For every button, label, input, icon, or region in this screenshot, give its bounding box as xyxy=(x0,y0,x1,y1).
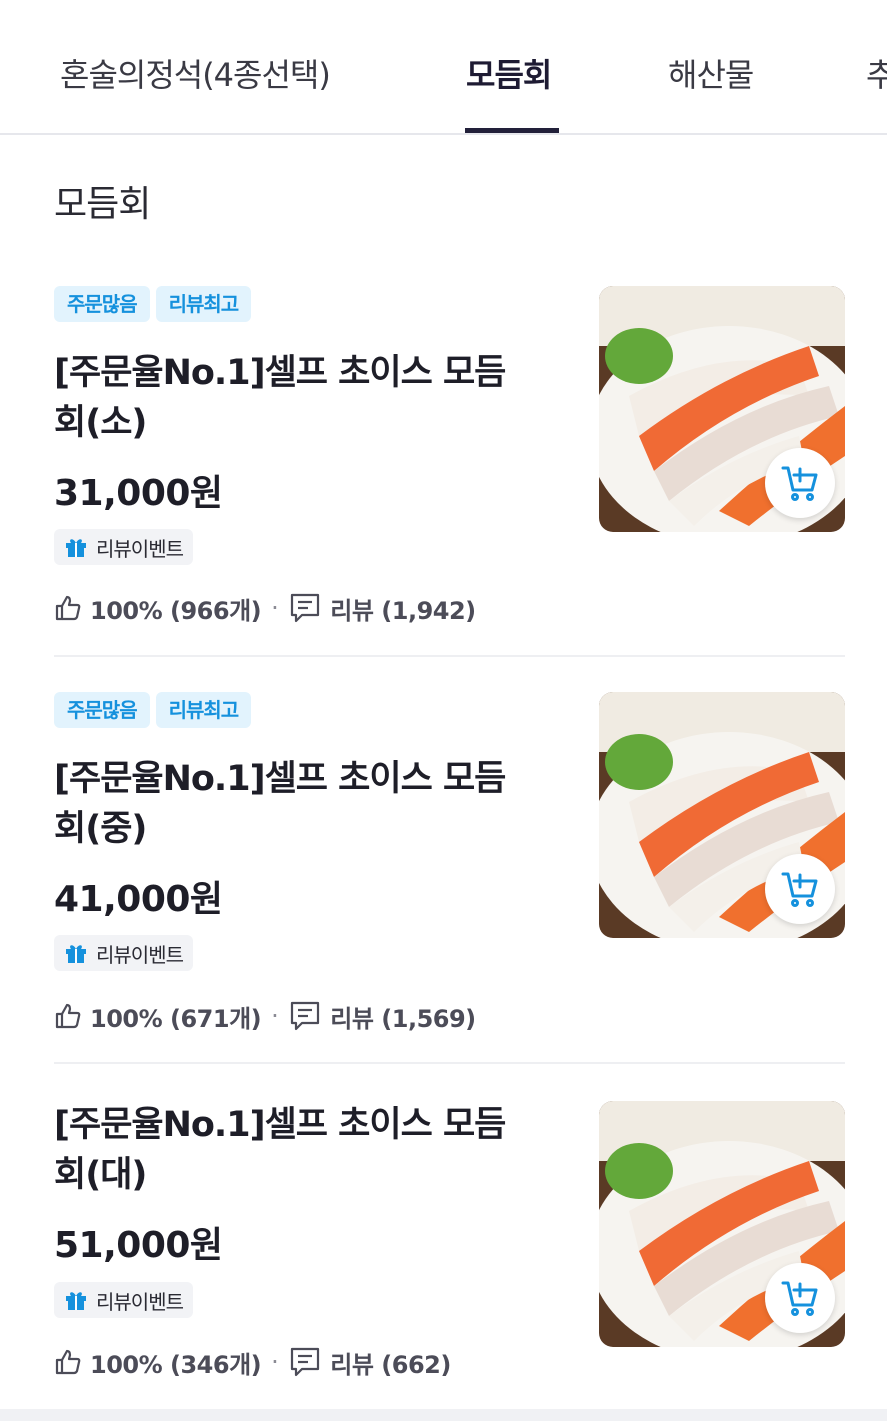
add-to-cart-button[interactable] xyxy=(765,1263,835,1333)
like-rate: 100% (671개) xyxy=(90,1004,262,1033)
add-to-cart-button[interactable] xyxy=(765,448,835,518)
review-comment-icon xyxy=(288,591,322,625)
gift-icon xyxy=(66,539,86,557)
product-name-line2: 회(중) xyxy=(54,809,147,849)
badge-best-review: 리뷰최고 xyxy=(155,286,252,322)
tab-seafood[interactable]: 해산물 xyxy=(668,50,754,96)
product-price: 31,000원 xyxy=(54,473,223,514)
product-name-line1: [주문율No.1]셀프 초이스 모듬 xyxy=(54,1105,506,1145)
cart-add-icon xyxy=(781,872,818,907)
badge-best-review: 리뷰최고 xyxy=(155,692,252,728)
separator-dot: · xyxy=(271,594,279,622)
add-to-cart-button[interactable] xyxy=(765,854,835,924)
gift-icon xyxy=(66,1292,86,1310)
separator-dot: · xyxy=(271,1002,279,1030)
like-rate: 100% (966개) xyxy=(90,596,262,625)
review-comment-icon xyxy=(288,1345,322,1379)
like-rate: 100% (346개) xyxy=(90,1350,262,1379)
product-name[interactable]: [주문율No.1]셀프 초이스 모듬 회(중) xyxy=(54,754,554,854)
badge-popular: 주문많음 xyxy=(54,692,150,728)
thumbs-up-icon xyxy=(54,1002,82,1030)
review-event-label: 리뷰이벤트 xyxy=(96,942,184,967)
bottom-section-gap xyxy=(0,1409,887,1421)
product-name-line2: 회(대) xyxy=(54,1155,147,1195)
category-tab-bar: 혼술의정석(4종선택) 모듬회 해산물 추 xyxy=(0,0,887,135)
product-thumbnail[interactable] xyxy=(599,286,845,532)
review-event-tag: 리뷰이벤트 xyxy=(54,935,193,971)
product-name[interactable]: [주문율No.1]셀프 초이스 모듬 회(소) xyxy=(54,348,554,448)
thumbs-up-icon xyxy=(54,1348,82,1376)
review-count[interactable]: 리뷰 (1,942) xyxy=(330,591,476,626)
gift-icon xyxy=(66,945,86,963)
active-tab-indicator xyxy=(465,128,559,133)
review-count[interactable]: 리뷰 (662) xyxy=(330,1345,451,1380)
product-name-line2: 회(소) xyxy=(54,403,147,443)
badge-group: 주문많음 리뷰최고 xyxy=(54,692,257,728)
product-thumbnail[interactable] xyxy=(599,692,845,938)
review-comment-icon xyxy=(288,999,322,1033)
review-count[interactable]: 리뷰 (1,569) xyxy=(330,999,476,1034)
tab-next-partial[interactable]: 추 xyxy=(866,50,887,96)
product-stats: 100% (966개) · 리뷰 (1,942) xyxy=(54,588,476,628)
product-name[interactable]: [주문율No.1]셀프 초이스 모듬 회(대) xyxy=(54,1100,554,1200)
product-price: 51,000원 xyxy=(54,1225,223,1266)
product-name-line1: [주문율No.1]셀프 초이스 모듬 xyxy=(54,353,506,393)
cart-add-icon xyxy=(781,1281,818,1316)
product-stats: 100% (671개) · 리뷰 (1,569) xyxy=(54,996,476,1036)
product-stats: 100% (346개) · 리뷰 (662) xyxy=(54,1342,451,1382)
item-divider xyxy=(54,1062,845,1064)
product-thumbnail[interactable] xyxy=(599,1101,845,1347)
separator-dot: · xyxy=(271,1348,279,1376)
review-event-label: 리뷰이벤트 xyxy=(96,1289,184,1314)
product-price: 41,000원 xyxy=(54,879,223,920)
review-event-tag: 리뷰이벤트 xyxy=(54,1282,193,1318)
review-event-label: 리뷰이벤트 xyxy=(96,536,184,561)
item-divider xyxy=(54,655,845,657)
tab-honsul[interactable]: 혼술의정석(4종선택) xyxy=(60,50,331,96)
badge-group: 주문많음 리뷰최고 xyxy=(54,286,257,322)
thumbs-up-icon xyxy=(54,594,82,622)
product-name-line1: [주문율No.1]셀프 초이스 모듬 xyxy=(54,759,506,799)
review-event-tag: 리뷰이벤트 xyxy=(54,529,193,565)
section-title: 모듬회 xyxy=(54,184,151,225)
cart-add-icon xyxy=(781,466,818,501)
tab-modeumhoe[interactable]: 모듬회 xyxy=(466,50,552,96)
badge-popular: 주문많음 xyxy=(54,286,150,322)
